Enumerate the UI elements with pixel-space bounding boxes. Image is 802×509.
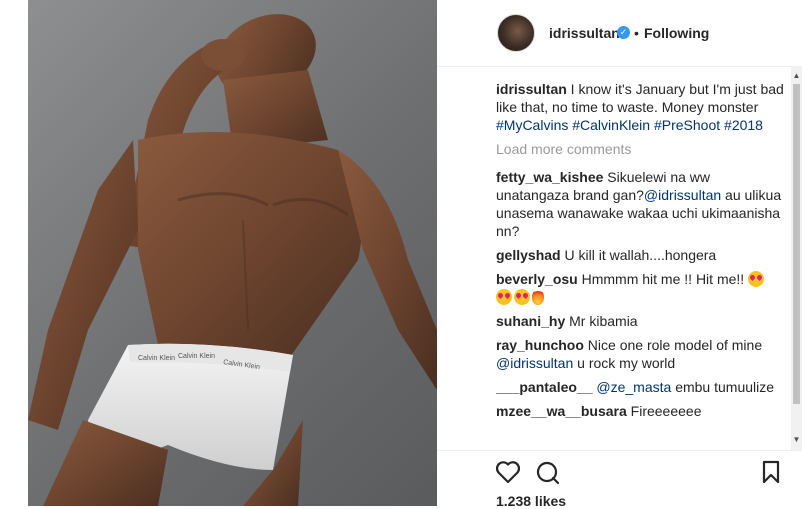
hashtag-link[interactable]: #2018 <box>724 117 763 133</box>
verified-icon: ✓ <box>617 26 630 39</box>
bookmark-icon[interactable] <box>761 460 781 484</box>
comment-username[interactable]: fetty_wa_kishee <box>496 169 603 185</box>
comment-username[interactable]: ray_hunchoo <box>496 337 584 353</box>
comment-item: gellyshad U kill it wallah....hongera <box>496 246 786 264</box>
hashtag-link[interactable]: #CalvinKlein <box>572 117 650 133</box>
fire-emoji-icon <box>532 289 544 305</box>
caption: idrissultan I know it's January but I'm … <box>496 80 786 134</box>
comment-item: ___pantaleo__ @ze_masta embu tumuulize <box>496 378 786 396</box>
separator-dot: • <box>634 25 639 41</box>
comment-text: u rock my world <box>573 355 676 371</box>
hashtag-link[interactable]: #MyCalvins <box>496 117 568 133</box>
comment-text: Hmmmm hit me !! Hit me!! <box>577 271 749 287</box>
header-username[interactable]: idrissultan <box>549 25 620 41</box>
comment-username[interactable]: ___pantaleo__ <box>496 379 593 395</box>
model-photo-illustration: Calvin Klein Calvin Klein Calvin Klein <box>28 14 437 506</box>
likes-count[interactable]: 1.238 likes <box>496 493 566 509</box>
scroll-down-icon[interactable]: ▼ <box>791 436 802 444</box>
comment-text: U kill it wallah....hongera <box>560 247 717 263</box>
avatar[interactable] <box>497 14 535 52</box>
mention-link[interactable]: @idrissultan <box>644 187 721 203</box>
comment-item: beverly_osu Hmmmm hit me !! Hit me!! <box>496 270 786 306</box>
mention-link[interactable]: @ze_masta <box>596 379 671 395</box>
waistband-print-mid: Calvin Klein <box>178 353 215 360</box>
heart-eyes-emoji-icon <box>496 289 512 305</box>
comment-item: fetty_wa_kishee Sikuelewi na ww unatanga… <box>496 168 786 240</box>
comment-item: mzee__wa__busara Fireeeeeee <box>496 402 786 420</box>
comment-username[interactable]: gellyshad <box>496 247 561 263</box>
post-side-panel: idrissultan ✓ • Following idrissultan I … <box>437 0 802 509</box>
comment-username[interactable]: beverly_osu <box>496 271 578 287</box>
post-header: idrissultan ✓ • Following <box>437 0 802 67</box>
following-button[interactable]: Following <box>644 25 709 41</box>
comment-username[interactable]: suhani_hy <box>496 313 565 329</box>
scrollbar-thumb[interactable] <box>793 84 800 404</box>
comment-icon[interactable] <box>535 460 561 486</box>
heart-eyes-emoji-icon <box>514 289 530 305</box>
heart-eyes-emoji-icon <box>748 271 765 287</box>
post-photo[interactable]: Calvin Klein Calvin Klein Calvin Klein <box>28 0 437 506</box>
comments-list: idrissultan I know it's January but I'm … <box>496 80 786 450</box>
comment-text: Mr kibamia <box>565 313 638 329</box>
heart-icon[interactable] <box>495 460 521 484</box>
comment-username[interactable]: mzee__wa__busara <box>496 403 627 419</box>
load-more-comments-link[interactable]: Load more comments <box>496 140 786 158</box>
comment-item: suhani_hy Mr kibamia <box>496 312 786 330</box>
comment-text: Nice one role model of mine <box>583 337 763 353</box>
post-actions-bar <box>437 450 802 507</box>
comment-item: ray_hunchoo Nice one role model of mine … <box>496 336 786 372</box>
comment-text: Fireeeeeee <box>626 403 702 419</box>
caption-username[interactable]: idrissultan <box>496 81 567 97</box>
comment-text: embu tumuulize <box>671 379 775 395</box>
hashtag-link[interactable]: #PreShoot <box>654 117 720 133</box>
waistband-print-left: Calvin Klein <box>138 355 175 362</box>
scroll-up-icon[interactable]: ▲ <box>791 72 802 80</box>
mention-link[interactable]: @idrissultan <box>496 355 573 371</box>
comments-scrollbar[interactable]: ▲ ▼ <box>791 66 802 450</box>
